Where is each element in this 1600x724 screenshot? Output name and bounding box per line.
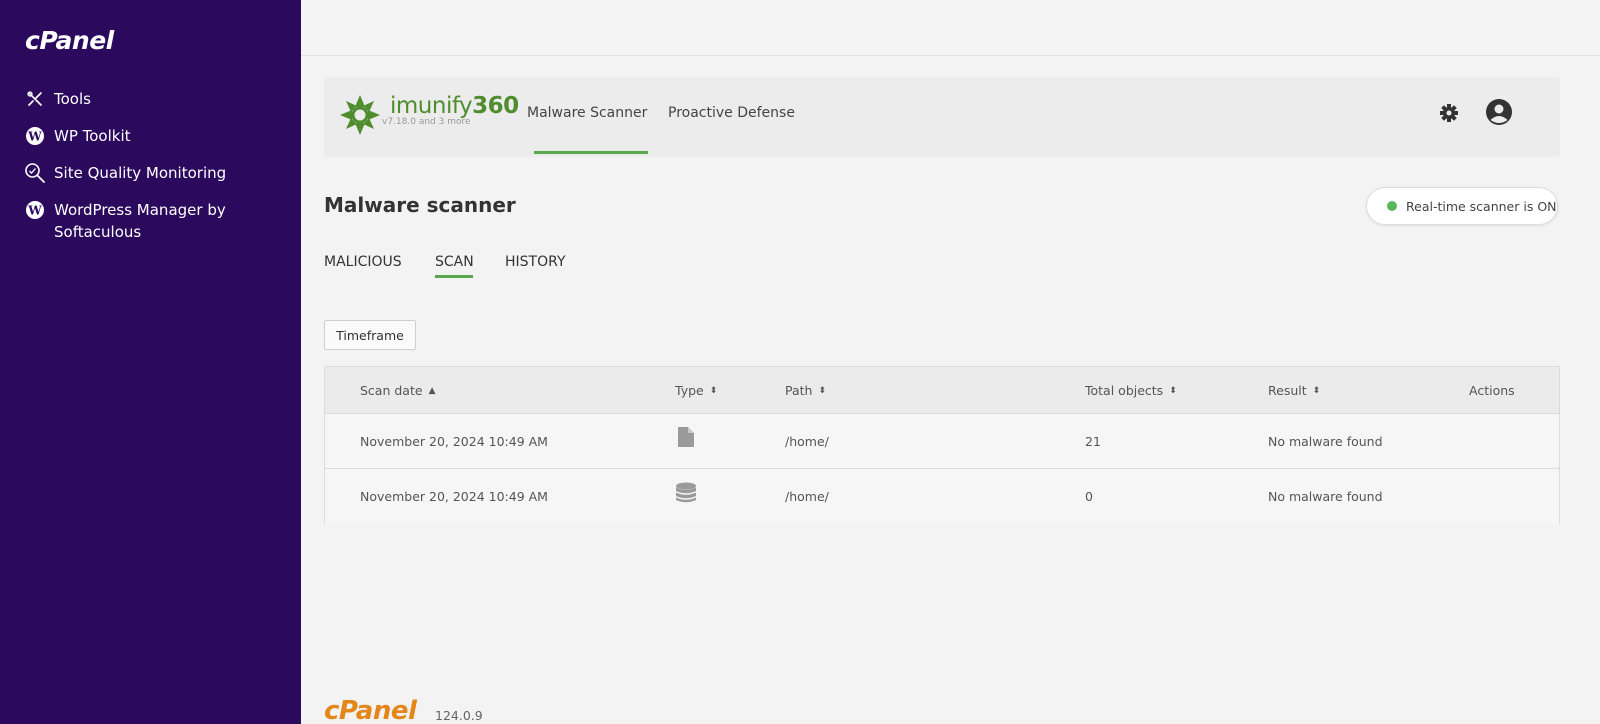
- scan-date-cell: November 20, 2024 10:49 AM: [360, 434, 548, 449]
- column-actions: Actions: [1469, 383, 1515, 398]
- sidebar-item-tools[interactable]: Tools: [24, 88, 284, 110]
- sidebar-item-wp-toolkit[interactable]: W WP Toolkit: [24, 125, 284, 147]
- sidebar-item-label: WP Toolkit: [54, 127, 131, 145]
- scan-table: Scan date ▲ Type ⬍ Path ⬍ Total objects ⬍ Re…: [324, 366, 1560, 524]
- footer-version: 124.0.9: [435, 708, 483, 723]
- sidebar-item-site-quality[interactable]: Site Quality Monitoring: [24, 162, 284, 184]
- sidebar: cPanel Tools W WP Toolkit Site Quality M…: [0, 0, 301, 724]
- status-dot-icon: [1387, 201, 1397, 211]
- tab-proactive-defense[interactable]: Proactive Defense: [668, 105, 795, 121]
- search-icon: [24, 162, 46, 184]
- column-type[interactable]: Type ⬍: [675, 383, 717, 398]
- sidebar-item-wordpress-manager[interactable]: W WordPress Manager by Softaculous: [24, 199, 284, 243]
- sidebar-item-label: WordPress Manager by Softaculous: [54, 201, 226, 241]
- svg-text:W: W: [27, 204, 42, 218]
- svg-text:W: W: [27, 130, 42, 144]
- tab-history[interactable]: HISTORY: [505, 254, 566, 270]
- sort-icon: ⬍: [1169, 385, 1177, 396]
- sort-icon: ⬍: [818, 385, 827, 396]
- tab-scan[interactable]: SCAN: [435, 254, 474, 270]
- sidebar-nav: Tools W WP Toolkit Site Quality Monitori…: [24, 88, 284, 258]
- sort-up-icon: ▲: [428, 385, 436, 396]
- column-label: Type: [675, 383, 704, 398]
- sort-icon: ⬍: [709, 385, 718, 396]
- sidebar-item-label: Site Quality Monitoring: [54, 164, 227, 182]
- column-label: Path: [785, 383, 813, 398]
- column-total-objects[interactable]: Total objects ⬍: [1085, 383, 1177, 398]
- table-header: Scan date ▲ Type ⬍ Path ⬍ Total objects ⬍ Re…: [325, 367, 1559, 414]
- result-cell: No malware found: [1268, 434, 1383, 449]
- brand-number: 360: [472, 93, 519, 119]
- cpanel-logo[interactable]: cPanel: [25, 26, 114, 55]
- footer-cpanel-logo: cPanel: [324, 696, 417, 724]
- realtime-scanner-label: Real-time scanner is ON: [1406, 198, 1557, 214]
- tools-icon: [24, 88, 46, 110]
- gear-icon[interactable]: [1439, 103, 1459, 127]
- wordpress-icon: W: [24, 199, 46, 221]
- database-icon: [675, 482, 697, 508]
- path-cell: /home/: [785, 489, 829, 504]
- top-bar: [301, 0, 1600, 56]
- sort-icon: ⬍: [1312, 385, 1321, 396]
- column-scan-date[interactable]: Scan date ▲: [360, 383, 435, 398]
- imunify-brand[interactable]: imunify360 v7.18.0 and 3 more: [338, 93, 519, 141]
- table-row[interactable]: November 20, 2024 10:49 AM /home/ 21 No …: [325, 414, 1559, 469]
- sidebar-item-label: Tools: [54, 90, 91, 108]
- column-path[interactable]: Path ⬍: [785, 383, 826, 398]
- column-label: Scan date: [360, 383, 423, 398]
- table-row[interactable]: November 20, 2024 10:49 AM /home/ 0 No m…: [325, 469, 1559, 524]
- page-title: Malware scanner: [324, 193, 516, 217]
- active-subtab-indicator: [435, 275, 473, 278]
- scan-date-cell: November 20, 2024 10:49 AM: [360, 489, 548, 504]
- column-label: Total objects: [1085, 383, 1164, 398]
- user-avatar-icon[interactable]: [1486, 99, 1512, 129]
- brand-name: imunify: [390, 93, 473, 119]
- column-result[interactable]: Result ⬍: [1268, 383, 1320, 398]
- path-cell: /home/: [785, 434, 829, 449]
- total-objects-cell: 21: [1085, 434, 1101, 449]
- tab-malicious[interactable]: MALICIOUS: [324, 254, 402, 270]
- timeframe-button[interactable]: Timeframe: [324, 320, 416, 350]
- column-label: Result: [1268, 383, 1307, 398]
- wordpress-icon: W: [24, 125, 46, 147]
- active-tab-indicator: [534, 151, 648, 154]
- imunify-logo-icon: [338, 93, 382, 141]
- realtime-scanner-status[interactable]: Real-time scanner is ON: [1366, 187, 1558, 225]
- total-objects-cell: 0: [1085, 489, 1093, 504]
- imunify-header: imunify360 v7.18.0 and 3 more Malware Sc…: [324, 77, 1560, 157]
- result-cell: No malware found: [1268, 489, 1383, 504]
- file-icon: [678, 427, 694, 451]
- tab-malware-scanner[interactable]: Malware Scanner: [527, 105, 647, 121]
